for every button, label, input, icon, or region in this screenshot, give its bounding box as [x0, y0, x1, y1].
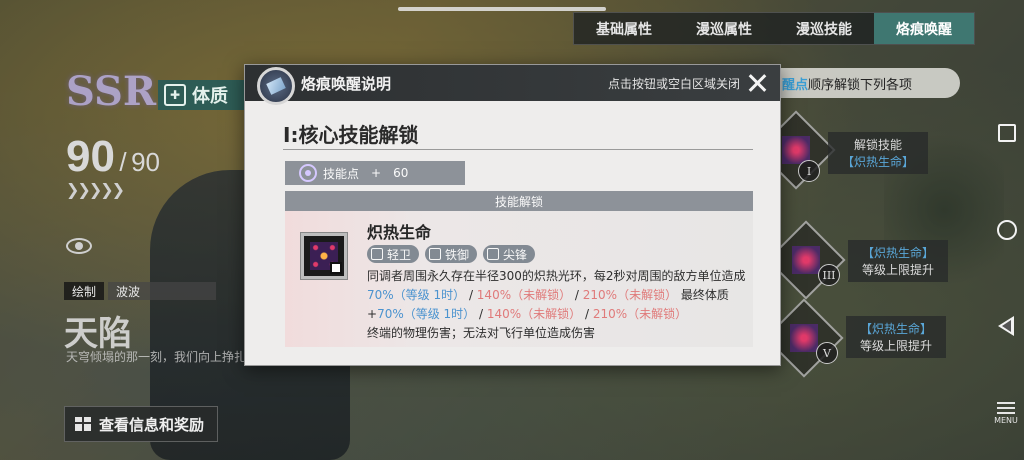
desc-part-3: 终端的物理伤害；无法对飞行单位造成伤害 [367, 326, 596, 340]
hide-ui-eye-icon[interactable] [66, 238, 92, 254]
desc-separator-1: / [465, 288, 477, 302]
menu-label: MENU [994, 416, 1018, 425]
dialog-logo-icon [257, 67, 295, 105]
recent-apps-icon[interactable] [998, 124, 1016, 142]
class-label: 体质 [192, 86, 228, 107]
awakening-node-5-label: 【炽热生命】 等级上限提升 [846, 316, 946, 358]
rarity-badge: SSR [66, 68, 157, 115]
tab-imprint-awakening[interactable]: 烙痕唤醒 [874, 13, 974, 44]
artist-credit-label: 绘制 [64, 282, 105, 300]
skill-points-label: 技能点 [323, 166, 360, 181]
home-icon[interactable] [997, 220, 1017, 240]
close-icon[interactable] [748, 74, 766, 92]
tab-basic-attributes[interactable]: 基础属性 [574, 13, 674, 44]
skill-points-value: 60 [393, 166, 409, 180]
damage-value-level-1: 70%（等级 1时） [367, 288, 466, 302]
unlock-order-hint: 醒点 顺序解锁下列各项 [760, 68, 960, 98]
skill-icon [301, 233, 347, 279]
skill-tags: 轻卫 铁御 尖锋 [367, 245, 536, 263]
unlock-hint-text: 顺序解锁下列各项 [808, 77, 913, 93]
tag-vanguard-label: 尖锋 [503, 247, 528, 262]
skill-unlock-label: 技能解锁 [285, 191, 753, 211]
node-3-subtitle: 等级上限提升 [861, 263, 934, 277]
skill-unlock-card: 技能解锁 炽热生命 轻卫 铁御 尖锋 同调者周围永久存在半径300的炽热光环，每… [285, 191, 753, 347]
level-max: 90 [131, 147, 161, 177]
tag-light-guard-label: 轻卫 [387, 247, 412, 262]
iron-defense-icon [429, 248, 442, 260]
skill-points-bar: 技能点 + 60 [285, 161, 465, 185]
tab-roam-skills[interactable]: 漫巡技能 [774, 13, 874, 44]
back-icon[interactable] [998, 316, 1014, 336]
node-3-title: 【炽热生命】 [861, 246, 934, 260]
top-gesture-handle[interactable] [398, 7, 606, 11]
desc-separator-3: / [475, 307, 487, 321]
skill-description: 同调者周围永久存在半径300的炽热光环，每2秒对周围的敌方单位造成 70%（等级 … [367, 267, 747, 343]
dialog-title: 烙痕唤醒说明 [301, 74, 392, 93]
node-5-title: 【炽热生命】 [859, 322, 932, 336]
tag-light-guard: 轻卫 [367, 245, 420, 263]
heading-divider [283, 149, 753, 150]
node-5-subtitle: 等级上限提升 [859, 339, 932, 353]
tag-iron-defense-label: 铁御 [445, 247, 470, 262]
node-1-title: 解锁技能 [853, 138, 902, 152]
desc-separator-4: / [581, 307, 593, 321]
view-info-rewards-label: 查看信息和奖励 [99, 415, 205, 434]
constitution-value-locked-1: 140%（未解锁） [486, 307, 582, 321]
class-icon: ✚ [164, 84, 186, 106]
imprint-awakening-dialog: 烙痕唤醒说明 点击按钮或空白区域关闭 I:核心技能解锁 技能点 + 60 技能解… [244, 64, 781, 366]
awakening-node-5-icon [790, 324, 818, 352]
atom-icon [299, 164, 317, 182]
damage-value-locked-2: 210%（未解锁） [582, 288, 678, 302]
top-tab-bar: 基础属性 漫巡属性 漫巡技能 烙痕唤醒 [573, 12, 975, 45]
awakening-node-1-numeral: I [798, 160, 820, 182]
awakening-node-3-icon [792, 246, 820, 274]
damage-value-locked-1: 140%（未解锁） [476, 288, 572, 302]
constitution-value-locked-2: 210%（未解锁） [592, 307, 688, 321]
tag-iron-defense: 铁御 [425, 245, 478, 263]
close-hint-text: 点击按钮或空白区域关闭 [607, 76, 740, 91]
constitution-value-level-1: 70%（等级 1时） [377, 307, 476, 321]
artist-credit-value: 波波 [108, 282, 217, 300]
skill-points-sign: + [371, 166, 382, 180]
awakening-node-3-numeral: III [818, 264, 840, 286]
desc-separator-2: / [571, 288, 583, 302]
skill-type-mark-icon [330, 262, 342, 274]
level-separator: / [119, 147, 127, 177]
level-display: 90 / 90 [66, 132, 160, 182]
awakening-node-3-label: 【炽热生命】 等级上限提升 [848, 240, 948, 282]
view-info-rewards-button[interactable]: 查看信息和奖励 [64, 406, 218, 442]
menu-button[interactable]: MENU [992, 402, 1020, 425]
light-guard-icon [371, 248, 383, 260]
vanguard-icon [487, 248, 500, 260]
node-1-subtitle: 【炽热生命】 [841, 155, 914, 169]
desc-part-1: 同调者周围永久存在半径300的炽热光环，每2秒对周围的敌方单位造成 [367, 269, 746, 283]
awakening-node-5-numeral: V [816, 342, 838, 364]
artist-credit: 绘制 波波 [64, 282, 217, 300]
tab-roam-attributes[interactable]: 漫巡属性 [674, 13, 774, 44]
section-heading: I:核心技能解锁 [283, 123, 419, 147]
unlock-hint-highlight: 醒点 [782, 77, 809, 93]
gift-icon [75, 417, 91, 431]
system-nav-bar [988, 0, 1024, 460]
menu-icon [997, 402, 1015, 414]
tag-vanguard: 尖锋 [483, 245, 536, 263]
dialog-header: 烙痕唤醒说明 点击按钮或空白区域关闭 [245, 65, 780, 105]
skill-name: 炽热生命 [367, 223, 432, 242]
awakening-node-1-label: 解锁技能 【炽热生命】 [828, 132, 928, 174]
class-badge: ✚ 体质 [158, 80, 253, 110]
level-current: 90 [66, 132, 115, 181]
character-quote: 天穹倾塌的那一刻，我们向上挣扎 [66, 350, 247, 364]
rank-chevrons-icon: ❯❯❯❯❯ [66, 180, 125, 199]
